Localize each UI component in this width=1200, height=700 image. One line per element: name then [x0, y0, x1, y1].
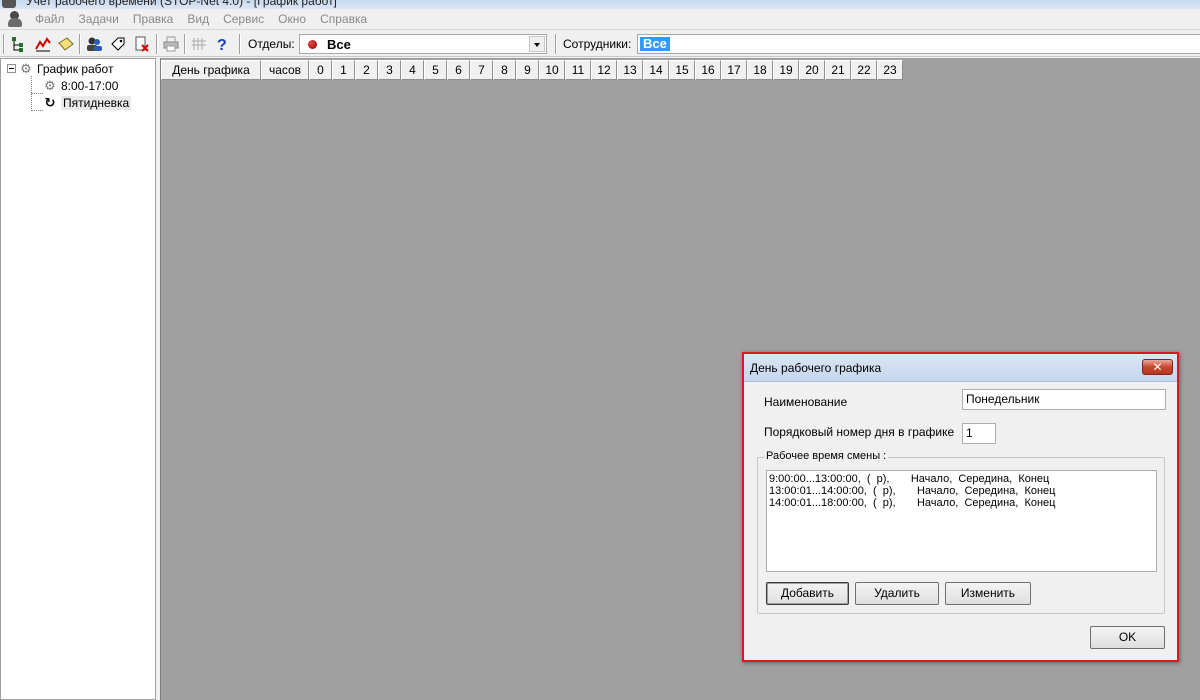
report-icon[interactable] — [190, 35, 208, 53]
shift-group-label: Рабочее время смены : — [764, 450, 889, 462]
gear-icon: ⚙ — [20, 60, 32, 76]
column-header-hour[interactable]: 0 — [309, 60, 332, 80]
column-header-hour[interactable]: 1 — [332, 60, 355, 80]
ok-button[interactable]: OK — [1090, 626, 1165, 649]
tree-item-schedule-selected[interactable]: ↻ Пятидневка — [43, 94, 132, 111]
help-icon[interactable]: ? — [213, 35, 231, 54]
print-icon[interactable] — [162, 35, 180, 53]
tree-item-schedule[interactable]: ⚙ 8:00-17:00 — [43, 77, 118, 94]
collapse-icon[interactable] — [7, 64, 16, 73]
column-header-hour[interactable]: 9 — [516, 60, 539, 80]
column-header-hour[interactable]: 3 — [378, 60, 401, 80]
user-icon[interactable] — [8, 11, 22, 27]
column-header-hour[interactable]: 12 — [591, 60, 617, 80]
menu-tasks[interactable]: Задачи — [72, 9, 126, 30]
column-header-hour[interactable]: 4 — [401, 60, 424, 80]
list-item[interactable]: 14:00:01...18:00:00, ( p), Начало, Серед… — [769, 497, 1154, 509]
name-label: Наименование — [764, 395, 848, 409]
chevron-down-icon[interactable] — [529, 36, 545, 52]
list-item[interactable]: 9:00:00...13:00:00, ( p), Начало, Середи… — [769, 473, 1154, 485]
tree-item-root[interactable]: ⚙ График работ — [7, 60, 113, 77]
column-header-hour[interactable]: 23 — [877, 60, 903, 80]
toolbar-separator — [239, 34, 241, 54]
gear-icon: ⚙ — [44, 77, 56, 93]
column-header-hour[interactable]: 8 — [493, 60, 516, 80]
toolbar-separator — [184, 34, 186, 54]
schedule-day-dialog: День рабочего графика ✕ Наименование Пон… — [742, 352, 1179, 662]
note-icon[interactable] — [57, 35, 75, 53]
add-button[interactable]: Добавить — [766, 582, 849, 605]
toolbar-grip — [3, 34, 5, 54]
chart-icon[interactable] — [34, 35, 52, 53]
toolbar-separator — [555, 34, 557, 54]
column-header-hour[interactable]: 13 — [617, 60, 643, 80]
edit-button[interactable]: Изменить — [945, 582, 1031, 605]
column-header-hour[interactable]: 16 — [695, 60, 721, 80]
order-field[interactable]: 1 — [962, 423, 996, 444]
column-header-hour[interactable]: 5 — [424, 60, 447, 80]
column-header-hours[interactable]: часов — [261, 60, 309, 80]
toolbar-separator — [79, 34, 81, 54]
grid-header: День графика часов 0 1 2 3 4 5 6 7 8 9 10 11 12 13 14 15 1… — [161, 60, 903, 80]
svg-text:?: ? — [217, 37, 227, 53]
column-header-hour[interactable]: 15 — [669, 60, 695, 80]
dialog-title-bar[interactable]: День рабочего графика ✕ — [744, 354, 1177, 382]
toolbar: ? Отделы: Все Сотрудники: Все — [0, 31, 1200, 57]
employees-value: Все — [640, 37, 670, 51]
tree-connector — [31, 93, 43, 94]
column-header-hour[interactable]: 7 — [470, 60, 493, 80]
name-field[interactable]: Понедельник — [962, 389, 1166, 410]
menu-file[interactable]: Файл — [28, 9, 72, 30]
delete-doc-icon[interactable] — [133, 35, 151, 53]
menu-window[interactable]: Окно — [271, 9, 313, 30]
cycle-icon: ↻ — [44, 94, 56, 110]
column-header-hour[interactable]: 21 — [825, 60, 851, 80]
app-icon — [2, 0, 16, 8]
department-dot-icon — [308, 40, 317, 49]
menu-view[interactable]: Вид — [180, 9, 216, 30]
column-header-hour[interactable]: 22 — [851, 60, 877, 80]
tag-icon[interactable] — [109, 35, 127, 53]
schedule-tree: ⚙ График работ ⚙ 8:00-17:00 ↻ Пятидневка — [0, 58, 156, 700]
tree-item-label: 8:00-17:00 — [61, 78, 119, 93]
column-header-hour[interactable]: 14 — [643, 60, 669, 80]
column-header-day[interactable]: День графика — [161, 60, 261, 80]
column-header-hour[interactable]: 11 — [565, 60, 591, 80]
tree-connector — [31, 110, 43, 111]
column-header-hour[interactable]: 18 — [747, 60, 773, 80]
people-icon[interactable] — [85, 35, 103, 53]
toolbar-separator — [156, 34, 158, 54]
column-header-hour[interactable]: 10 — [539, 60, 565, 80]
list-item[interactable]: 13:00:01...14:00:00, ( p), Начало, Серед… — [769, 485, 1154, 497]
column-header-hour[interactable]: 6 — [447, 60, 470, 80]
column-header-hour[interactable]: 19 — [773, 60, 799, 80]
close-button[interactable]: ✕ — [1142, 359, 1173, 375]
column-header-hour[interactable]: 20 — [799, 60, 825, 80]
menu-edit[interactable]: Правка — [126, 9, 181, 30]
order-label: Порядковый номер дня в графике — [764, 425, 955, 439]
departments-label: Отделы: — [248, 37, 295, 51]
menu-service[interactable]: Сервис — [216, 9, 271, 30]
tree-item-label: График работ — [37, 61, 114, 76]
menu-help[interactable]: Справка — [313, 9, 374, 30]
employees-field[interactable]: Все — [637, 34, 1200, 54]
employees-label: Сотрудники: — [563, 37, 632, 51]
dialog-title: День рабочего графика — [750, 361, 882, 375]
tree-icon[interactable] — [10, 35, 28, 53]
departments-dropdown[interactable]: Все — [299, 34, 547, 54]
menu-bar: Файл Задачи Правка Вид Сервис Окно Справ… — [0, 9, 1200, 30]
column-header-hour[interactable]: 17 — [721, 60, 747, 80]
tree-item-label: Пятидневка — [61, 95, 132, 110]
window-title: Учет рабочего времени (STOP-Net 4.0) - [… — [26, 0, 337, 8]
shift-time-group: Рабочее время смены : 9:00:00...13:00:00… — [757, 450, 1165, 614]
shift-list[interactable]: 9:00:00...13:00:00, ( p), Начало, Середи… — [766, 470, 1157, 572]
delete-button[interactable]: Удалить — [855, 582, 939, 605]
column-header-hour[interactable]: 2 — [355, 60, 378, 80]
departments-value: Все — [327, 37, 351, 52]
